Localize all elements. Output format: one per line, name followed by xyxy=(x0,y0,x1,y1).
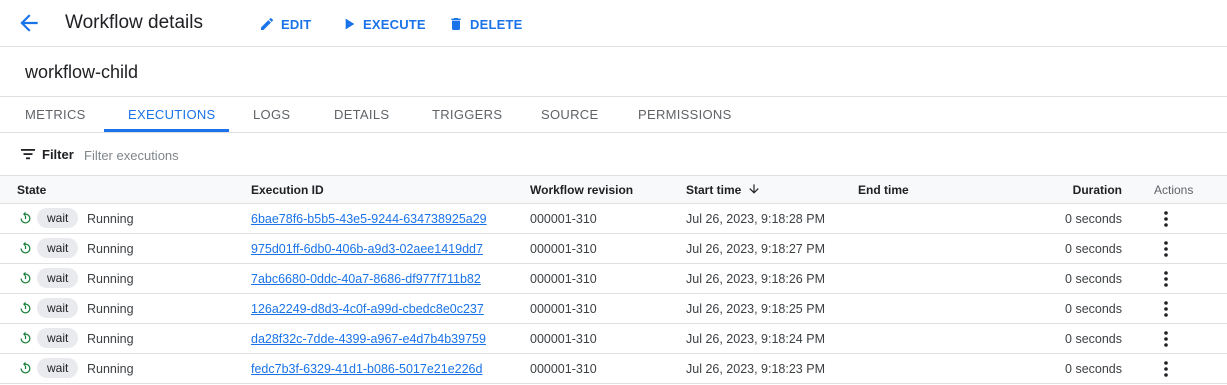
workflow-revision: 000001-310 xyxy=(530,302,597,316)
running-status-icon xyxy=(20,241,31,254)
start-time: Jul 26, 2023, 9:18:26 PM xyxy=(686,272,825,286)
tab-executions[interactable]: EXECUTIONS xyxy=(128,97,216,132)
column-header-execution-id: Execution ID xyxy=(251,183,324,197)
start-time: Jul 26, 2023, 9:18:23 PM xyxy=(686,362,825,376)
more-vert-icon[interactable] xyxy=(1158,300,1174,318)
column-header-workflow-revision: Workflow revision xyxy=(530,183,634,197)
play-icon xyxy=(345,18,355,30)
delete-label: DELETE xyxy=(470,16,523,32)
running-status-icon xyxy=(20,271,31,284)
execution-id-link[interactable]: 126a2249-d8d3-4c0f-a99d-cbedc8e0c237 xyxy=(251,302,484,316)
table-row: wait Running fedc7b3f-6329-41d1-b086-501… xyxy=(0,354,1227,384)
page-title: Workflow details xyxy=(65,12,203,33)
workflow-revision: 000001-310 xyxy=(530,332,597,346)
start-time: Jul 26, 2023, 9:18:24 PM xyxy=(686,332,825,346)
state-text: Running xyxy=(87,272,134,286)
column-header-actions: Actions xyxy=(1154,183,1194,197)
state-text: Running xyxy=(87,212,134,226)
execution-id-link[interactable]: 7abc6680-0ddc-40a7-8686-df977f711b82 xyxy=(251,272,481,286)
workflow-revision: 000001-310 xyxy=(530,212,597,226)
filter-icon[interactable] xyxy=(21,148,35,160)
execution-id-link[interactable]: da28f32c-7dde-4399-a967-e4d7b4b39759 xyxy=(251,332,486,346)
tab-logs[interactable]: LOGS xyxy=(253,97,290,132)
duration: 0 seconds xyxy=(1065,362,1122,376)
active-tab-indicator xyxy=(104,129,229,132)
filter-label[interactable]: Filter xyxy=(42,147,74,162)
column-header-state: State xyxy=(17,183,47,197)
tab-triggers[interactable]: TRIGGERS xyxy=(432,97,502,132)
more-vert-icon[interactable] xyxy=(1158,270,1174,288)
tab-details[interactable]: DETAILS xyxy=(334,97,389,132)
more-vert-icon[interactable] xyxy=(1158,240,1174,258)
running-status-icon xyxy=(20,301,31,314)
running-status-icon xyxy=(20,331,31,344)
state-text: Running xyxy=(87,332,134,346)
start-time: Jul 26, 2023, 9:18:27 PM xyxy=(686,242,825,256)
filter-bar: Filter xyxy=(0,133,1227,176)
workflow-name-row: workflow-child xyxy=(0,47,1227,97)
duration: 0 seconds xyxy=(1065,332,1122,346)
status-chip: wait xyxy=(37,358,79,378)
workflow-revision: 000001-310 xyxy=(530,272,597,286)
table-row: wait Running 126a2249-d8d3-4c0f-a99d-cbe… xyxy=(0,294,1227,324)
workflow-revision: 000001-310 xyxy=(530,362,597,376)
status-chip: wait xyxy=(37,208,79,228)
executions-table-body: wait Running 6bae78f6-b5b5-43e5-9244-634… xyxy=(0,204,1227,384)
column-header-start-time[interactable]: Start time xyxy=(686,183,741,197)
status-chip: wait xyxy=(37,298,79,318)
tab-permissions[interactable]: PERMISSIONS xyxy=(638,97,732,132)
table-row: wait Running da28f32c-7dde-4399-a967-e4d… xyxy=(0,324,1227,354)
execute-label: EXECUTE xyxy=(363,16,426,32)
more-vert-icon[interactable] xyxy=(1158,360,1174,378)
state-text: Running xyxy=(87,242,134,256)
delete-button[interactable]: DELETE xyxy=(448,14,522,34)
edit-label: EDIT xyxy=(281,16,312,32)
trash-icon xyxy=(451,18,461,30)
duration: 0 seconds xyxy=(1065,212,1122,226)
back-arrow-icon[interactable] xyxy=(16,10,42,36)
column-header-duration: Duration xyxy=(1072,183,1122,197)
tab-metrics[interactable]: METRICS xyxy=(25,97,86,132)
status-chip: wait xyxy=(37,268,79,288)
column-header-end-time: End time xyxy=(858,183,909,197)
filter-input[interactable] xyxy=(82,144,486,166)
tab-source[interactable]: SOURCE xyxy=(541,97,598,132)
duration: 0 seconds xyxy=(1065,272,1122,286)
status-chip: wait xyxy=(37,328,79,348)
execution-id-link[interactable]: fedc7b3f-6329-41d1-b086-5017e21e226d xyxy=(251,362,482,376)
top-bar: Workflow details EDIT EXECUTE DELETE xyxy=(0,0,1227,47)
duration: 0 seconds xyxy=(1065,302,1122,316)
duration: 0 seconds xyxy=(1065,242,1122,256)
state-text: Running xyxy=(87,302,134,316)
edit-button[interactable]: EDIT xyxy=(259,14,311,34)
status-chip: wait xyxy=(37,238,79,258)
table-row: wait Running 6bae78f6-b5b5-43e5-9244-634… xyxy=(0,204,1227,234)
sort-descending-icon[interactable] xyxy=(747,182,761,196)
running-status-icon xyxy=(20,211,31,224)
start-time: Jul 26, 2023, 9:18:28 PM xyxy=(686,212,825,226)
table-header: State Execution ID Workflow revision Sta… xyxy=(0,176,1227,204)
execute-button[interactable]: EXECUTE xyxy=(341,14,426,34)
workflow-name: workflow-child xyxy=(25,62,139,82)
more-vert-icon[interactable] xyxy=(1158,330,1174,348)
execution-id-link[interactable]: 6bae78f6-b5b5-43e5-9244-634738925a29 xyxy=(251,212,487,226)
state-text: Running xyxy=(87,362,134,376)
table-row: wait Running 7abc6680-0ddc-40a7-8686-df9… xyxy=(0,264,1227,294)
running-status-icon xyxy=(20,361,31,374)
table-row: wait Running 975d01ff-6db0-406b-a9d3-02a… xyxy=(0,234,1227,264)
more-vert-icon[interactable] xyxy=(1158,210,1174,228)
tab-bar: METRICS EXECUTIONS LOGS DETAILS TRIGGERS… xyxy=(0,97,1227,133)
workflow-revision: 000001-310 xyxy=(530,242,597,256)
start-time: Jul 26, 2023, 9:18:25 PM xyxy=(686,302,825,316)
execution-id-link[interactable]: 975d01ff-6db0-406b-a9d3-02aee1419dd7 xyxy=(251,242,483,256)
pencil-icon xyxy=(261,17,274,30)
